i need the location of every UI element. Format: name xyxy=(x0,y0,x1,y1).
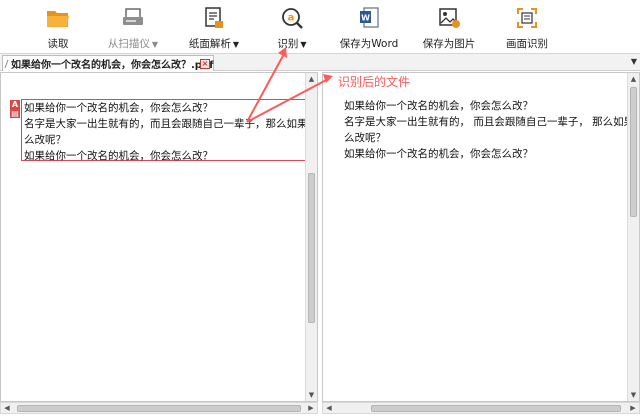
scroll-left-icon[interactable]: ◀ xyxy=(1,403,13,414)
scroll-left-icon[interactable]: ◀ xyxy=(323,403,335,414)
recognized-text-region[interactable]: 如果给你一个改名的机会，你会怎么改？ 名字是大家一出生就有的，而且会跟随自己一辈… xyxy=(21,99,310,162)
toolbar: 读取 从扫描仪 ▼ 纸面解析 ▼ a 识别 ▼ W 保存为Word 保存为图片 … xyxy=(0,0,640,54)
paper-analysis-label: 纸面解析 xyxy=(188,38,231,50)
svg-text:a: a xyxy=(288,13,295,24)
pin-icon xyxy=(4,59,9,68)
recognized-document-panel: 如果给你一个改名的机会，你会怎么改？ 名字是大家一出生就有的， 而且会跟随自己一… xyxy=(322,72,640,402)
document-analyze-icon xyxy=(200,4,228,32)
recognize-label: 识别 xyxy=(277,38,299,50)
scrollbar-thumb[interactable] xyxy=(308,173,315,323)
right-vertical-scrollbar[interactable]: ▲ ▼ xyxy=(627,73,639,401)
source-line: 如果给你一个改名的机会，你会怎么改？ xyxy=(24,150,213,162)
scroll-up-icon[interactable]: ▲ xyxy=(628,73,639,85)
source-line: 么改呢？ xyxy=(24,134,66,146)
scrollbar-thumb[interactable] xyxy=(630,87,637,217)
word-icon: W xyxy=(355,4,383,32)
output-line: 如果给你一个改名的机会，你会怎么改？ xyxy=(344,100,533,112)
document-tab-title: 如果给你一个改名的机会，你会怎么改？.pdf xyxy=(11,60,214,71)
close-icon[interactable]: × xyxy=(200,59,210,69)
save-as-word-button[interactable]: W 保存为Word xyxy=(336,2,402,52)
svg-text:W: W xyxy=(361,14,370,23)
source-document-panel: A ▤ 如果给你一个改名的机会，你会怎么改？ 名字是大家一出生就有的，而且会跟随自… xyxy=(0,72,318,402)
scanner-label: 从扫描仪 xyxy=(107,38,150,50)
screen-recognize-icon xyxy=(513,4,541,32)
source-line: 如果给你一个改名的机会，你会怎么改？ xyxy=(24,102,213,114)
paper-analysis-button[interactable]: 纸面解析 ▼ xyxy=(186,2,242,52)
save-as-image-button[interactable]: 保存为图片 xyxy=(418,2,480,52)
scroll-right-icon[interactable]: ▶ xyxy=(305,403,317,414)
scrollbar-thumb[interactable] xyxy=(371,405,621,412)
read-button[interactable]: 读取 xyxy=(40,2,76,52)
recognize-button[interactable]: a 识别 ▼ xyxy=(274,2,310,52)
text-region-badge-label: A xyxy=(11,100,19,109)
document-tab-strip: 如果给你一个改名的机会，你会怎么改？.pdf × ▼ xyxy=(0,54,640,71)
recognize-icon: a xyxy=(278,4,306,32)
scroll-up-icon[interactable]: ▲ xyxy=(306,73,317,85)
left-vertical-scrollbar[interactable]: ▲ ▼ xyxy=(305,73,317,401)
folder-open-icon xyxy=(44,4,72,32)
save-as-image-label: 保存为图片 xyxy=(422,38,476,50)
text-region-badge[interactable]: A ▤ xyxy=(10,100,20,118)
scanner-icon xyxy=(119,4,147,32)
read-label: 读取 xyxy=(47,38,69,50)
save-as-word-label: 保存为Word xyxy=(339,38,399,50)
scrollbar-thumb[interactable] xyxy=(17,405,301,412)
screen-recognize-label: 画面识别 xyxy=(506,38,548,50)
chevron-down-icon: ▼ xyxy=(232,40,240,49)
chevron-down-icon: ▼ xyxy=(151,40,159,49)
image-icon xyxy=(435,4,463,32)
chevron-down-icon: ▼ xyxy=(300,40,307,49)
output-line: 名字是大家一出生就有的， 而且会跟随自己一辈子， 那么如果对 xyxy=(344,116,629,128)
annotation-label: 识别后的文件 xyxy=(338,75,411,89)
recognized-text[interactable]: 如果给你一个改名的机会，你会怎么改？ 名字是大家一出生就有的， 而且会跟随自己一… xyxy=(344,98,629,162)
right-horizontal-scrollbar[interactable]: ◀ ▶ xyxy=(322,402,640,414)
scroll-down-icon[interactable]: ▼ xyxy=(628,389,639,401)
scanner-button[interactable]: 从扫描仪 ▼ xyxy=(104,2,162,52)
source-line: 名字是大家一出生就有的，而且会跟随自己一辈子，那么如果 xyxy=(24,118,308,130)
document-tab[interactable]: 如果给你一个改名的机会，你会怎么改？.pdf × xyxy=(2,55,214,71)
output-line: 如果给你一个改名的机会，你会怎么改？ xyxy=(344,148,533,160)
output-line: 么改呢？ xyxy=(344,132,386,144)
scroll-down-icon[interactable]: ▼ xyxy=(306,389,317,401)
tab-list-dropdown[interactable]: ▼ xyxy=(631,57,637,66)
screen-recognize-button[interactable]: 画面识别 xyxy=(504,2,550,52)
scroll-right-icon[interactable]: ▶ xyxy=(627,403,639,414)
left-horizontal-scrollbar[interactable]: ◀ ▶ xyxy=(0,402,318,414)
